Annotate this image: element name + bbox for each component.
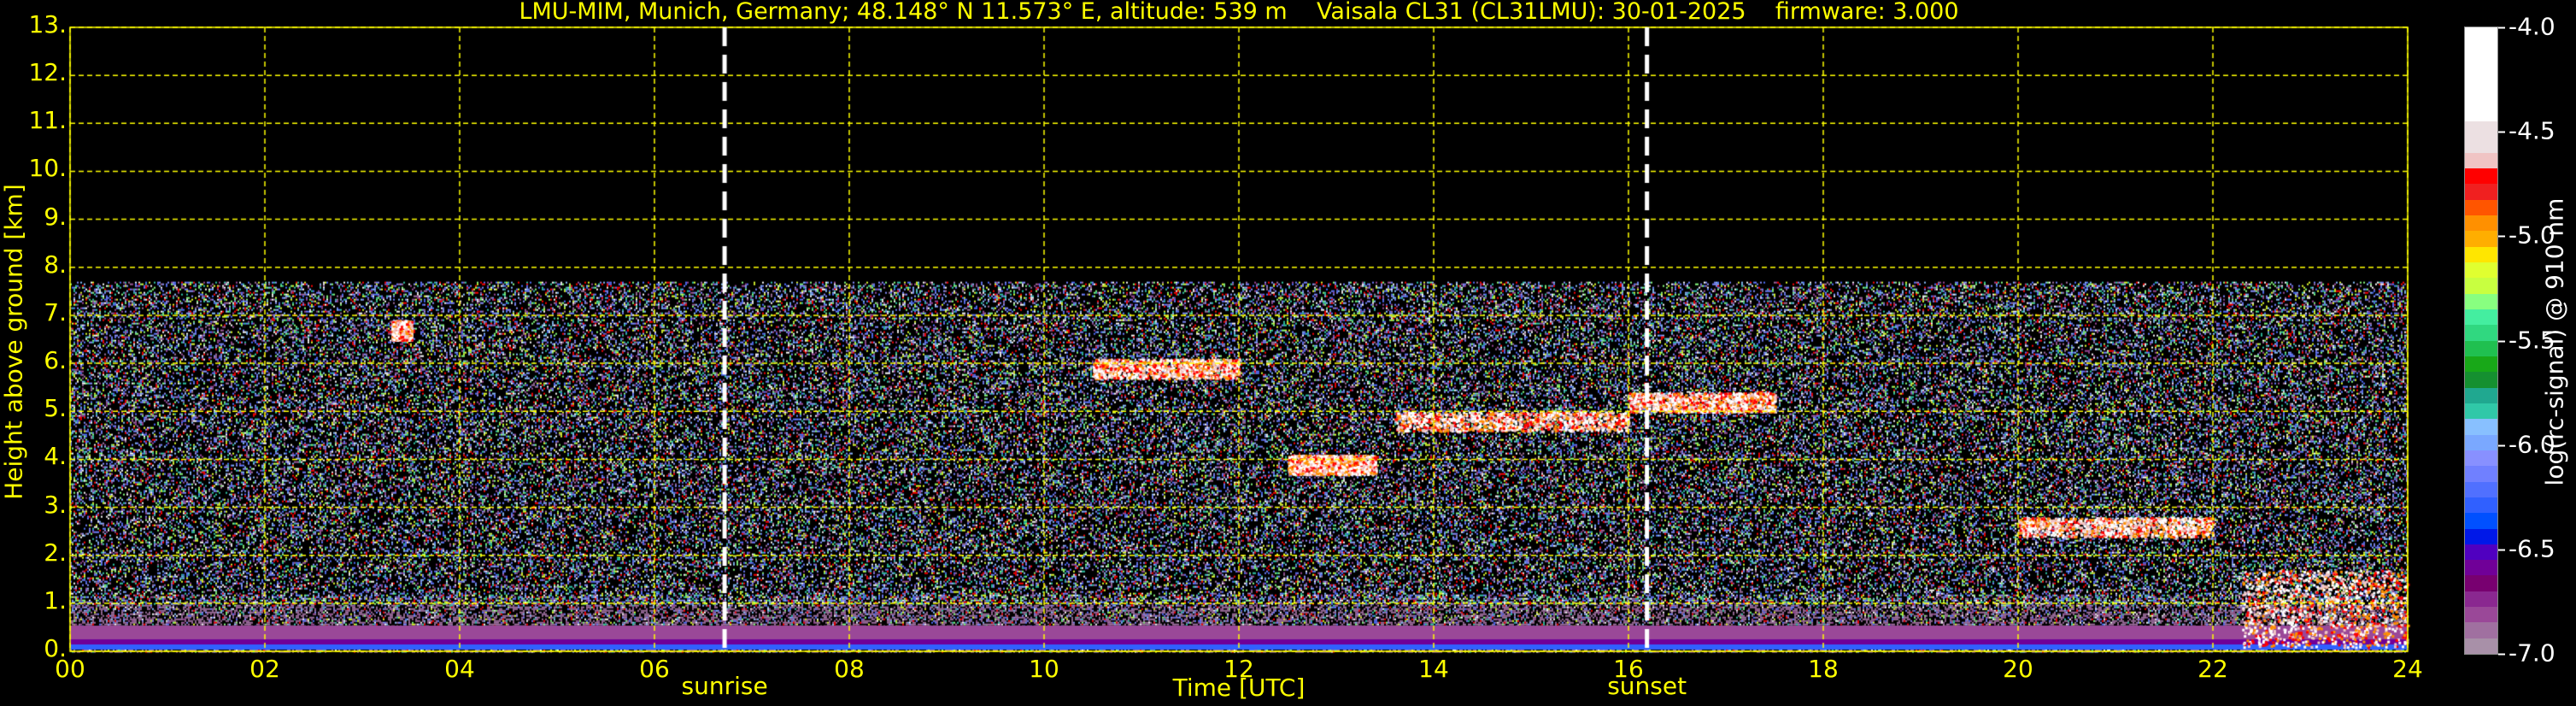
colorbar-band [2465, 497, 2497, 513]
sunset-label: sunset [1607, 672, 1687, 700]
y-tick-label: 13. [0, 10, 67, 38]
colorbar-tick-label: -4.5 [2498, 117, 2555, 145]
x-tick-label: 22 [2198, 655, 2228, 683]
colorbar-band [2465, 607, 2497, 622]
x-tick-label: 14 [1418, 655, 1449, 683]
colorbar-band [2465, 215, 2497, 231]
colorbar-band [2465, 309, 2497, 325]
colorbar-band [2465, 294, 2497, 309]
x-tick-label: 18 [1808, 655, 1839, 683]
colorbar-band [2465, 482, 2497, 497]
colorbar-band [2465, 27, 2497, 43]
colorbar-band [2465, 450, 2497, 466]
x-tick-label: 24 [2392, 655, 2423, 683]
colorbar-band [2465, 200, 2497, 215]
x-tick-label: 00 [55, 655, 85, 683]
y-axis-title: Height above ground [km] [0, 184, 28, 500]
colorbar-band [2465, 43, 2497, 58]
colorbar-title: log(rc-signal) @ 910 nm [2541, 198, 2569, 486]
colorbar-band [2465, 168, 2497, 184]
colorbar-band [2465, 388, 2497, 403]
colorbar [2464, 26, 2498, 655]
chart-title: LMU-MIM, Munich, Germany; 48.148° N 11.5… [0, 0, 2478, 25]
x-tick-label: 10 [1029, 655, 1059, 683]
x-tick-label: 02 [249, 655, 280, 683]
colorbar-band [2465, 325, 2497, 340]
colorbar-band [2465, 247, 2497, 262]
sunrise-label: sunrise [681, 672, 767, 700]
colorbar-band [2465, 341, 2497, 356]
x-tick-label: 06 [639, 655, 670, 683]
colorbar-band [2465, 137, 2497, 152]
colorbar-tick-label: -6.5 [2498, 534, 2555, 562]
colorbar-band [2465, 529, 2497, 544]
colorbar-band [2465, 74, 2497, 90]
x-axis-title: Time [UTC] [1173, 674, 1306, 702]
y-tick-label: 11. [0, 106, 67, 134]
colorbar-band [2465, 278, 2497, 293]
x-tick-label: 04 [444, 655, 475, 683]
colorbar-band [2465, 560, 2497, 575]
colorbar-band [2465, 121, 2497, 137]
y-tick-label: 12. [0, 58, 67, 86]
backscatter-heatmap [0, 0, 2444, 706]
colorbar-band [2465, 638, 2497, 654]
colorbar-band [2465, 231, 2497, 246]
colorbar-band [2465, 59, 2497, 74]
colorbar-band [2465, 622, 2497, 638]
y-tick-label: 2. [0, 538, 67, 567]
colorbar-tick-label: -7.0 [2498, 639, 2555, 668]
colorbar-band [2465, 466, 2497, 481]
colorbar-band [2465, 106, 2497, 121]
y-tick-label: 1. [0, 586, 67, 615]
colorbar-band [2465, 544, 2497, 560]
x-tick-label: 08 [834, 655, 865, 683]
colorbar-band [2465, 372, 2497, 387]
colorbar-band [2465, 184, 2497, 199]
colorbar-band [2465, 153, 2497, 168]
colorbar-band [2465, 419, 2497, 434]
x-tick-label: 20 [2003, 655, 2033, 683]
colorbar-band [2465, 435, 2497, 450]
colorbar-tick-label: -4.0 [2498, 13, 2555, 41]
colorbar-band [2465, 513, 2497, 528]
y-tick-label: 10. [0, 154, 67, 182]
colorbar-band [2465, 575, 2497, 591]
colorbar-band [2465, 262, 2497, 278]
colorbar-band [2465, 356, 2497, 372]
colorbar-band [2465, 403, 2497, 419]
colorbar-band [2465, 591, 2497, 607]
colorbar-band [2465, 90, 2497, 105]
